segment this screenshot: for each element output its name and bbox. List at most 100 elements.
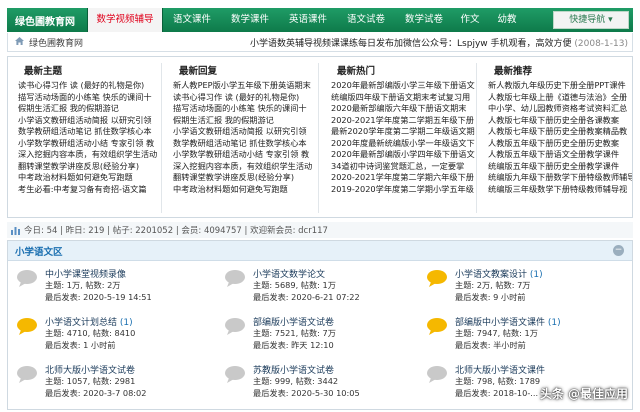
forum-stats: 主题: 2万, 帖数: 7万	[455, 280, 531, 290]
topic-link[interactable]: 数学教研组活动笔记 抓住数学核心本	[18, 126, 162, 138]
column-title: 最新回复	[179, 66, 218, 77]
column-divider	[161, 63, 162, 213]
nav-item-english-courseware[interactable]: 英语课件	[279, 8, 337, 32]
column-divider	[318, 63, 319, 213]
forum-status-icon	[426, 317, 448, 335]
topic-link[interactable]: 中考政治材料题如何避免写跑题	[18, 172, 162, 184]
topic-link[interactable]: 小学数学教研组活动小结 专家引领 教	[18, 138, 162, 150]
forum-stats: 主题: 7521, 帖数: 7万	[253, 328, 336, 338]
topic-link[interactable]: 小学数学教研组活动小结 专家引领 教	[173, 149, 319, 161]
topic-link[interactable]: 统编版四年级下册语文期末考试复习用	[331, 92, 477, 104]
forum-last-post[interactable]: 最后发表: 2018-10-...	[455, 387, 538, 399]
topic-link[interactable]: 小学语文教研组活动简报 以研究引领	[173, 126, 319, 138]
stats-text: 今日: 54 | 昨日: 219 | 帖子: 2201052 | 会员: 409…	[24, 226, 328, 236]
forum-last-post[interactable]: 最后发表: 2020-6-21 07:22	[253, 291, 360, 303]
topic-link[interactable]: 中考政治材料题如何避免写跑题	[173, 184, 319, 196]
topic-panel: 最新主题 读书心得习作 读 (最好的礼物是你) 描写活动场面的小练笔 快乐的课间…	[7, 56, 633, 218]
forum-status-icon	[224, 365, 246, 383]
column-hot: 最新热门 2020年最新部编版小学三年级下册语文 统编版四年级下册语文期末考试复…	[321, 63, 477, 213]
topic-link[interactable]: 数学教研组活动笔记 抓住数学核心本	[173, 138, 319, 150]
column-title: 最新热门	[337, 66, 376, 77]
topic-link[interactable]: 新人教版九年级历史下册全册PPT课件	[488, 80, 632, 92]
forum-status-icon	[224, 269, 246, 287]
forum-last-post[interactable]: 最后发表: 昨天 12:10	[253, 339, 334, 351]
forum-last-post[interactable]: 最后发表: 1 小时前	[45, 339, 116, 351]
nav-item-chinese-papers[interactable]: 语文试卷	[337, 8, 395, 32]
forum-last-post[interactable]: 最后发表: 2020-5-19 14:51	[45, 291, 152, 303]
collapse-icon[interactable]: −	[613, 245, 624, 256]
section-header: 小学语文区 −	[8, 241, 632, 261]
topic-link[interactable]: 最新2020学年度第二学期二年级语文期	[331, 126, 477, 138]
topic-link[interactable]: 2020年最新部编版小学四年级下册语文	[331, 149, 477, 161]
topic-link[interactable]: 2020最新部编版六年级下册语文期末	[331, 103, 477, 115]
topic-link[interactable]: 描写活动场面的小练笔 快乐的课间十	[173, 103, 319, 115]
nav-item-math-video[interactable]: 数学视频辅导	[87, 8, 163, 32]
nav-item-composition[interactable]: 作文	[453, 8, 487, 32]
forum-entry[interactable]: 苏教版小学语文试卷 主题: 999, 帖数: 3442 最后发表: 2020-5…	[216, 359, 416, 401]
topic-link[interactable]: 统编版五年级下册历史全册教学课件	[488, 161, 632, 173]
forum-entry[interactable]: 小学语文教案设计 (1) 主题: 2万, 帖数: 7万 最后发表: 9 小时前	[418, 263, 618, 305]
topic-link[interactable]: 深入挖掘内容本质，有效组织学生活动	[18, 149, 162, 161]
topic-link[interactable]: 中小学、幼儿园教师资格考试资料汇总	[488, 103, 632, 115]
topic-link[interactable]: 34道初中诗词鉴赏题汇总，一定要掌	[331, 161, 477, 173]
forum-status-icon	[426, 365, 448, 383]
topic-link[interactable]: 统编版三年级数学下册特级教师辅导视	[488, 184, 632, 196]
forum-status-icon	[224, 317, 246, 335]
topic-link[interactable]: 人教版七年级下册历史全册各课教案	[488, 115, 632, 127]
forum-entry[interactable]: 小学语文数学论文 主题: 5689, 帖数: 1万 最后发表: 2020-6-2…	[216, 263, 416, 305]
forum-stats: 主题: 798, 帖数: 1789	[455, 376, 541, 386]
forum-last-post[interactable]: 最后发表: 9 小时前	[455, 291, 526, 303]
quick-nav-button[interactable]: 快捷导航 ▾	[553, 11, 629, 29]
forum-stats: 主题: 1万, 帖数: 2万	[45, 280, 121, 290]
forum-last-post[interactable]: 最后发表: 2020-5-30 10:05	[253, 387, 360, 399]
topic-link[interactable]: 读书心得习作 读 (最好的礼物是你)	[173, 92, 319, 104]
topic-link[interactable]: 深入挖掘内容本质，有效组织学生活动	[173, 161, 319, 173]
bar-chart-icon	[11, 226, 20, 235]
topic-link[interactable]: 2020年最新部编版小学三年级下册语文	[331, 80, 477, 92]
column-latest-replies: 最新回复 新人教PEP版小学五年级下册英语期末 读书心得习作 读 (最好的礼物是…	[163, 63, 319, 213]
topic-link[interactable]: 2020年度最新统编版小学一年级语文下	[331, 138, 477, 150]
forum-entry[interactable]: 部编版小学语文试卷 主题: 7521, 帖数: 7万 最后发表: 昨天 12:1…	[216, 311, 416, 353]
nav-item-chinese-courseware[interactable]: 语文课件	[163, 8, 221, 32]
nav-item-math-courseware[interactable]: 数学课件	[221, 8, 279, 32]
topic-link[interactable]: 读书心得习作 读 (最好的礼物是你)	[18, 80, 162, 92]
forum-stats: 主题: 5689, 帖数: 1万	[253, 280, 336, 290]
forum-stats: 今日: 54 | 昨日: 219 | 帖子: 2201052 | 会员: 409…	[7, 222, 633, 238]
breadcrumb-site-link[interactable]: 绿色圃教育网	[29, 36, 83, 49]
topic-link[interactable]: 统编版九年级下册数学下册特级教师辅导视	[488, 172, 632, 184]
forum-stats: 主题: 7947, 帖数: 1万	[455, 328, 538, 338]
forum-status-icon	[426, 269, 448, 287]
topic-link[interactable]: 描写活动场面的小练笔 快乐的课间十	[18, 92, 162, 104]
nav-item-preschool[interactable]: 幼教	[487, 8, 527, 32]
topic-link[interactable]: 2020-2021学年度第二学期六年级下册	[331, 172, 477, 184]
forum-stats: 主题: 4710, 帖数: 8410	[45, 328, 136, 338]
topic-link[interactable]: 2020-2021学年度第二学期五年级下册	[331, 115, 477, 127]
forum-entry[interactable]: 中小学课堂视频录像 主题: 1万, 帖数: 2万 最后发表: 2020-5-19…	[8, 263, 208, 305]
home-icon[interactable]	[14, 36, 25, 49]
topic-link[interactable]: 新人教PEP版小学五年级下册英语期末	[173, 80, 319, 92]
topic-link[interactable]: 2019-2020学年度第二学期小学五年级	[331, 184, 477, 196]
forum-entry[interactable]: 小学语文计划总结 (1) 主题: 4710, 帖数: 8410 最后发表: 1 …	[8, 311, 208, 353]
topic-link[interactable]: 人教版五年级下册语文全册教学课件	[488, 149, 632, 161]
section-title[interactable]: 小学语文区	[15, 244, 63, 258]
announcement-date: (2008-1-13)	[574, 39, 628, 49]
nav-item-math-papers[interactable]: 数学试卷	[395, 8, 453, 32]
topic-link[interactable]: 假期生活汇报 我的假期游记	[173, 115, 319, 127]
topic-link[interactable]: 人教版七年级上册《道德与法治》全册	[488, 92, 632, 104]
topic-link[interactable]: 考生必看:中考复习备有奇招-语文篇	[18, 184, 162, 196]
watermark: 头条 @最佳应用	[539, 387, 628, 401]
topic-link[interactable]: 人教版五年级下册历史全册历史教案	[488, 138, 632, 150]
forum-last-post[interactable]: 最后发表: 半小时前	[455, 339, 526, 351]
forum-entry[interactable]: 北师大版小学语文试卷 主题: 1057, 帖数: 2981 最后发表: 2020…	[8, 359, 208, 401]
forum-entry[interactable]: 部编版中小学语文课件 (1) 主题: 7947, 帖数: 1万 最后发表: 半小…	[418, 311, 618, 353]
announcement-text: 小学语数英辅导视频课课练每日发布加微信公众号：Lspjyw 手机观看，高效方便	[250, 39, 572, 49]
topic-link[interactable]: 假期生活汇报 我的假期游记	[18, 103, 162, 115]
topic-link[interactable]: 小学语文教研组活动简报 以研究引领	[18, 115, 162, 127]
top-nav: 绿色圃教育网 数学视频辅导 语文课件 数学课件 英语课件 语文试卷 数学试卷 作…	[7, 8, 633, 32]
topic-link[interactable]: 人教版七年级下册历史全册教案精品教	[488, 126, 632, 138]
topic-link[interactable]: 翻转课堂教学讲座反思(经验分享)	[18, 161, 162, 173]
site-brand[interactable]: 绿色圃教育网	[7, 13, 87, 28]
topic-link[interactable]: 翻转课堂教学讲座反思(经验分享)	[173, 172, 319, 184]
announcement[interactable]: 小学语数英辅导视频课课练每日发布加微信公众号：Lspjyw 手机观看，高效方便 …	[250, 36, 628, 49]
forum-last-post[interactable]: 最后发表: 2020-3-7 08:02	[45, 387, 146, 399]
